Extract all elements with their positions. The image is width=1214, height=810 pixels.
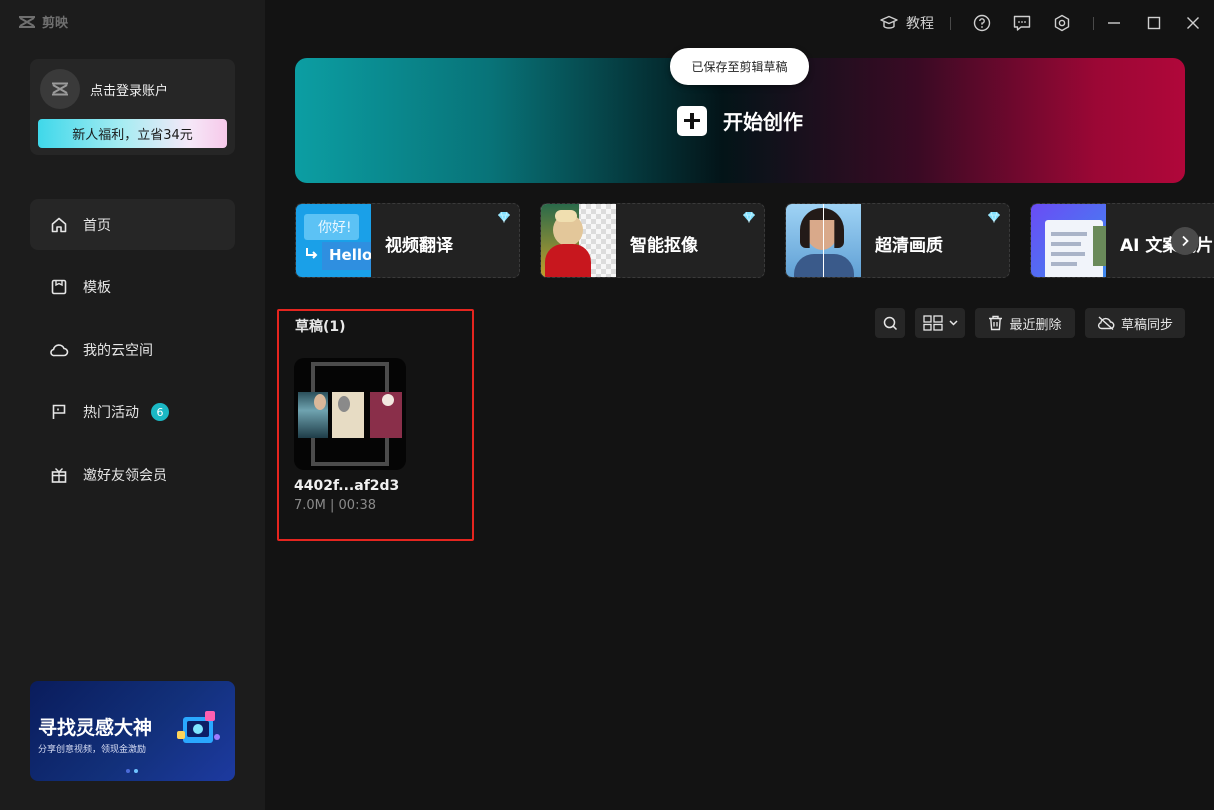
diamond-vip-icon: [498, 211, 510, 223]
avatar[interactable]: [40, 69, 80, 109]
sidebar-item-cloud[interactable]: 我的云空间: [30, 324, 235, 375]
new-user-promo-button[interactable]: 新人福利，立省34元: [38, 119, 227, 148]
cloud-icon: [49, 340, 69, 360]
minimize-button[interactable]: [1094, 16, 1134, 30]
saved-toast: 已保存至剪辑草稿: [670, 48, 809, 85]
ai-script-thumbnail: [1031, 204, 1106, 277]
thumb-text-english: Hello: [322, 242, 371, 270]
diamond-vip-icon: [988, 211, 1000, 223]
draft-sync-label: 草稿同步: [1120, 317, 1173, 333]
close-button[interactable]: [1174, 16, 1214, 30]
feature-label: 智能抠像: [630, 236, 698, 256]
feature-hd-quality[interactable]: 超清画质: [785, 203, 1010, 278]
sidebar: 剪映 点击登录账户 新人福利，立省34元 首页 模板 我的云空间 热门活动 6 …: [0, 0, 265, 810]
sidebar-item-label: 我的云空间: [83, 342, 153, 359]
search-icon: [883, 316, 897, 330]
recently-deleted-label: 最近删除: [1009, 317, 1062, 333]
login-link[interactable]: 点击登录账户: [90, 80, 168, 99]
chevron-right-icon: [1182, 235, 1189, 247]
features-next-button[interactable]: [1171, 227, 1199, 255]
smart-cutout-thumbnail: [541, 204, 616, 277]
app-logo: 剪映: [18, 12, 68, 31]
hd-quality-thumbnail: [786, 204, 861, 277]
sidebar-item-home[interactable]: 首页: [30, 199, 235, 250]
activity-count-badge: 6: [151, 403, 169, 421]
settings-button[interactable]: [1031, 14, 1093, 32]
feature-label: AI 文案成片: [1120, 236, 1214, 256]
capcut-logo-icon: [19, 15, 35, 28]
close-icon: [1187, 17, 1199, 29]
thumb-text-chinese: 你好!: [304, 214, 359, 240]
feedback-icon: [1013, 15, 1031, 31]
feature-video-translate[interactable]: 你好! Hello 视频翻译: [295, 203, 520, 278]
trash-icon: [989, 315, 1003, 331]
app-title: 剪映: [42, 16, 69, 31]
window-toolbar: 教程: [880, 0, 1214, 46]
banner-subtitle: 分享创意视频，领现金激励: [38, 745, 147, 755]
search-drafts-button[interactable]: [875, 308, 905, 338]
sidebar-item-activities[interactable]: 热门活动 6: [30, 387, 235, 438]
feature-label: 超清画质: [875, 236, 943, 256]
banner-title: 寻找灵感大神: [38, 717, 153, 739]
maximize-button[interactable]: [1134, 16, 1174, 30]
feedback-button[interactable]: [1013, 15, 1031, 32]
settings-icon: [1054, 14, 1070, 32]
sidebar-item-label: 首页: [83, 217, 111, 234]
translate-arrow-icon: [306, 248, 318, 259]
capcut-avatar-icon: [52, 82, 68, 96]
gift-icon: [49, 465, 69, 485]
account-card: 点击登录账户 新人福利，立省34元: [30, 59, 235, 155]
tutorial-label: 教程: [906, 16, 934, 32]
grid-view-icon: [922, 315, 943, 331]
video-translate-thumbnail: 你好! Hello: [296, 204, 371, 277]
draft-meta: 7.0M | 00:38: [294, 498, 376, 513]
sidebar-nav: 首页 模板 我的云空间 热门活动 6 邀好友领会员: [30, 199, 235, 512]
graduation-cap-icon: [880, 15, 898, 29]
maximize-icon: [1147, 16, 1161, 30]
draft-sync-button[interactable]: 草稿同步: [1085, 308, 1185, 338]
sidebar-item-label: 热门活动: [83, 405, 139, 421]
sidebar-item-invite[interactable]: 邀好友领会员: [30, 449, 235, 500]
template-icon: [49, 277, 69, 297]
help-icon: [973, 14, 991, 32]
diamond-vip-icon: [743, 211, 755, 223]
sidebar-item-templates[interactable]: 模板: [30, 262, 235, 313]
chevron-down-icon: [948, 320, 958, 326]
view-mode-dropdown[interactable]: [915, 308, 965, 338]
sidebar-item-label: 邀好友领会员: [83, 467, 167, 484]
help-button[interactable]: [951, 14, 1013, 32]
flag-icon: [49, 402, 69, 422]
draft-name[interactable]: 4402f...af2d3: [294, 478, 399, 494]
creator-trophy-icon: [177, 711, 220, 743]
draft-thumbnail[interactable]: [294, 358, 406, 470]
start-creation-label: 开始创作: [723, 110, 803, 134]
feature-smart-cutout[interactable]: 智能抠像: [540, 203, 765, 278]
cloud-sync-icon: [1097, 316, 1115, 330]
sidebar-item-label: 模板: [83, 280, 111, 296]
feature-label: 视频翻译: [385, 236, 453, 256]
minimize-icon: [1108, 22, 1120, 24]
home-icon: [49, 215, 69, 235]
banner-carousel-dots[interactable]: [126, 769, 138, 773]
creator-banner[interactable]: 寻找灵感大神 分享创意视频，领现金激励: [30, 681, 235, 781]
recently-deleted-button[interactable]: 最近删除: [975, 308, 1075, 338]
plus-icon: [677, 105, 707, 136]
tutorial-button[interactable]: 教程: [880, 13, 950, 33]
